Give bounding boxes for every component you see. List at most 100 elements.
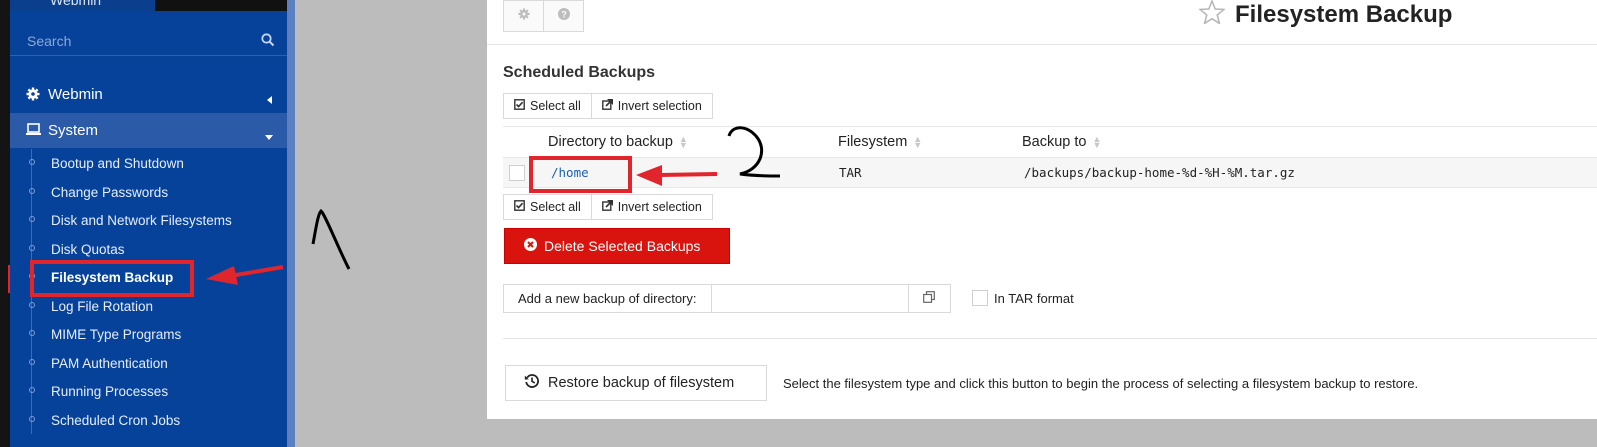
column-header-filesystem[interactable]: Filesystem ▲ ▼ (838, 134, 922, 150)
select-all-button[interactable]: Select all (503, 194, 592, 220)
checkbox-checked-icon (514, 200, 525, 214)
content-panel: ? Filesystem Backup Scheduled Backups Se… (487, 0, 1597, 419)
column-header-directory[interactable]: Directory to backup ▲ ▼ (548, 134, 688, 150)
nav-system-label: System (48, 122, 99, 139)
checkbox-checked-icon (514, 99, 525, 113)
backup-directory-link[interactable]: /home (551, 165, 589, 180)
sidebar-item-bootup[interactable]: Bootup and Shutdown (10, 149, 287, 178)
table-header: Directory to backup ▲ ▼ Filesystem ▲ ▼ Bac… (503, 126, 1597, 158)
page-title: Filesystem Backup (1235, 1, 1453, 28)
section-title: Scheduled Backups (503, 64, 656, 81)
backup-destination: /backups/backup-home-%d-%H-%M.tar.gz (1024, 165, 1295, 180)
column-header-label: Backup to (1022, 134, 1087, 150)
help-button[interactable]: ? (543, 0, 584, 32)
help-icon: ? (557, 7, 570, 25)
nav-webmin-label: Webmin (48, 86, 103, 103)
column-header-label: Directory to backup (548, 134, 673, 150)
system-submenu: Bootup and Shutdown Change Passwords Dis… (10, 149, 287, 434)
invert-selection-button[interactable]: Invert selection (591, 93, 713, 119)
table-row: /home TAR /backups/backup-home-%d-%H-%M.… (503, 158, 1597, 188)
history-icon (524, 373, 540, 393)
invert-selection-label: Invert selection (617, 200, 702, 214)
bullet-icon (29, 216, 35, 222)
bullet-icon (29, 187, 35, 194)
sidebar-item-disk-network-fs[interactable]: Disk and Network Filesystems (10, 206, 287, 235)
nav-webmin[interactable]: Webmin (10, 77, 287, 112)
sidebar-item-label: Disk Quotas (51, 241, 125, 257)
module-config-button[interactable] (503, 0, 544, 32)
gear-icon (26, 87, 40, 105)
sidebar-item-change-passwords[interactable]: Change Passwords (10, 177, 287, 206)
sidebar-item-pam[interactable]: PAM Authentication (10, 348, 287, 377)
sidebar-item-label: Scheduled Cron Jobs (51, 412, 181, 428)
restore-backup-button[interactable]: Restore backup of filesystem (505, 365, 767, 401)
sidebar-item-mime-types[interactable]: MIME Type Programs (10, 320, 287, 349)
backups-table: Directory to backup ▲ ▼ Filesystem ▲ ▼ Bac… (503, 126, 1597, 188)
sidebar-scrollbar[interactable] (287, 0, 295, 447)
sidebar-item-label: Disk and Network Filesystems (51, 213, 232, 228)
search-input[interactable] (27, 30, 247, 52)
bullet-icon (29, 273, 35, 279)
times-circle-icon (524, 238, 537, 254)
panel-header: ? Filesystem Backup (487, 0, 1597, 45)
delete-selected-button[interactable]: Delete Selected Backups (504, 228, 730, 264)
sort-icon: ▲ ▼ (913, 134, 923, 150)
nav-system[interactable]: System (10, 113, 287, 148)
search-icon[interactable] (261, 33, 275, 52)
copy-icon (923, 290, 935, 308)
add-directory-field[interactable] (711, 284, 909, 313)
select-all-button[interactable]: Select all (503, 93, 592, 119)
brand-tab[interactable]: Webmin (10, 0, 155, 11)
brand-label: Webmin (50, 0, 102, 8)
bullet-icon (29, 159, 35, 165)
add-backup-label: Add a new backup of directory: (503, 284, 712, 313)
sidebar-item-label: Bootup and Shutdown (51, 156, 184, 171)
sidebar-search (10, 26, 287, 56)
sidebar-item-label: PAM Authentication (51, 355, 168, 371)
sidebar-item-running-processes[interactable]: Running Processes (10, 377, 287, 406)
bullet-icon (29, 301, 35, 308)
bullet-icon (29, 244, 35, 251)
screen: Webmin Webmin System (0, 0, 1597, 447)
delete-selected-label: Delete Selected Backups (544, 238, 701, 254)
sidebar-item-label: Change Passwords (51, 184, 169, 200)
divider (503, 338, 1597, 339)
sidebar-item-log-rotation[interactable]: Log File Rotation (10, 291, 287, 320)
sidebar: Webmin Webmin System (10, 0, 295, 447)
sidebar-item-disk-quotas[interactable]: Disk Quotas (10, 234, 287, 263)
tar-format-checkbox[interactable] (972, 290, 988, 306)
tar-format-label: In TAR format (994, 291, 1074, 306)
sidebar-item-label: Running Processes (51, 384, 169, 399)
select-all-label: Select all (530, 200, 581, 214)
favorite-star-icon[interactable] (1198, 0, 1226, 29)
add-backup-form: Add a new backup of directory: (503, 284, 951, 313)
bullet-icon (29, 330, 35, 336)
invert-selection-label: Invert selection (617, 99, 702, 113)
chevron-left-icon (267, 91, 273, 108)
selection-buttons-bottom: Select all Invert selection (503, 194, 713, 220)
selection-buttons-top: Select all Invert selection (503, 93, 713, 119)
sidebar-item-filesystem-backup[interactable]: Filesystem Backup (10, 263, 287, 292)
left-edge (0, 0, 10, 447)
directory-input[interactable] (711, 285, 908, 312)
bullet-icon (29, 358, 35, 365)
bullet-icon (29, 387, 35, 393)
row-checkbox[interactable] (509, 165, 525, 181)
svg-text:?: ? (561, 10, 567, 20)
bullet-icon (29, 415, 35, 422)
sidebar-item-cron-jobs[interactable]: Scheduled Cron Jobs (10, 405, 287, 434)
restore-backup-label: Restore backup of filesystem (548, 375, 735, 391)
column-header-backup-to[interactable]: Backup to ▲ ▼ (1022, 134, 1101, 150)
backup-filesystem: TAR (839, 165, 862, 180)
file-chooser-button[interactable] (908, 284, 951, 313)
laptop-icon (26, 123, 41, 140)
gear-icon (517, 7, 530, 25)
select-all-label: Select all (530, 99, 581, 113)
sort-icon: ▲ ▼ (1092, 134, 1102, 150)
share-square-icon (601, 200, 613, 214)
invert-selection-button[interactable]: Invert selection (591, 194, 713, 220)
chevron-down-icon (265, 127, 273, 144)
sidebar-item-label: Filesystem Backup (51, 270, 174, 285)
column-header-label: Filesystem (838, 134, 908, 150)
sort-icon: ▲ ▼ (678, 134, 688, 150)
